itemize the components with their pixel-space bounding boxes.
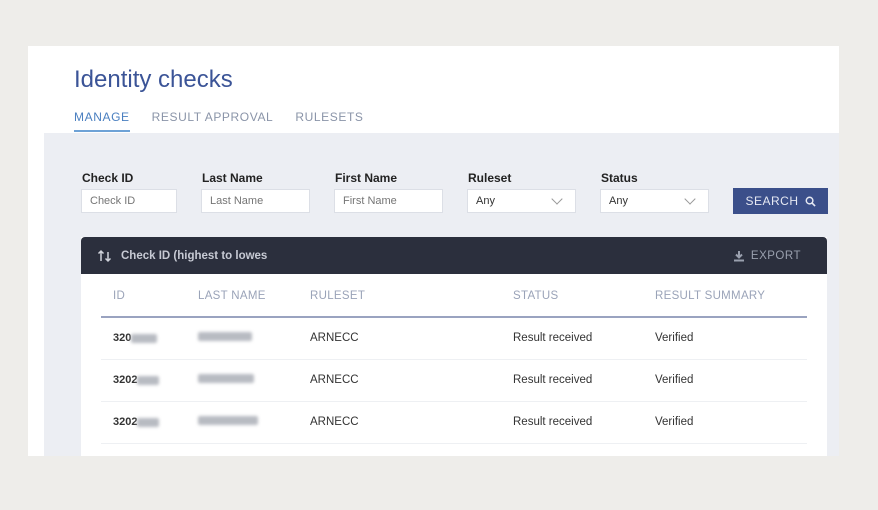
column-id[interactable]: ID [113, 290, 125, 302]
tab-rulesets[interactable]: RULESETS [295, 110, 363, 132]
table-toolbar: Check ID (highest to lowes EXPORT [81, 237, 827, 274]
table-row[interactable]: 320 ARNECC Result received Verified [101, 318, 807, 360]
tab-manage[interactable]: MANAGE [74, 110, 130, 132]
id-text: 320 [113, 332, 132, 344]
row-status: Result received [513, 332, 593, 344]
first-name-label: First Name [335, 171, 398, 185]
sort-label: Check ID (highest to lowes [121, 249, 268, 262]
row-last-name [198, 416, 258, 428]
row-id: 3202 [113, 374, 160, 386]
row-status: Result received [513, 416, 593, 428]
search-label: SEARCH [745, 194, 799, 208]
row-ruleset: ARNECC [310, 416, 359, 428]
row-last-name [198, 332, 252, 344]
redacted-id [137, 375, 160, 385]
redacted-name [198, 416, 258, 425]
status-label: Status [601, 171, 638, 185]
ruleset-select[interactable]: Any [467, 189, 576, 213]
redacted-id [131, 333, 158, 343]
redacted-name [198, 332, 252, 341]
tab-result-approval[interactable]: RESULT APPROVAL [152, 110, 274, 132]
sort-icon [97, 249, 112, 262]
row-summary: Verified [655, 332, 694, 344]
check-id-input[interactable] [81, 189, 177, 213]
last-name-input[interactable] [201, 189, 310, 213]
row-summary: Verified [655, 416, 694, 428]
last-name-label: Last Name [202, 171, 263, 185]
ruleset-label: Ruleset [468, 171, 512, 185]
search-icon [805, 196, 816, 207]
sort-control[interactable]: Check ID (highest to lowes [97, 249, 267, 263]
chevron-down-icon [551, 193, 563, 205]
row-status: Result received [513, 374, 593, 386]
redacted-id [137, 417, 160, 427]
id-text: 3202 [113, 374, 138, 386]
table-row[interactable]: 3202 ARNECC Result received Verified [101, 402, 807, 444]
page-title: Identity checks [74, 66, 233, 93]
export-button[interactable]: EXPORT [733, 250, 801, 262]
search-button[interactable]: SEARCH [733, 188, 828, 214]
column-status[interactable]: STATUS [513, 290, 558, 302]
content-area: Check ID Last Name First Name Ruleset An… [44, 133, 839, 456]
row-id: 320 [113, 332, 158, 344]
row-id: 3202 [113, 416, 160, 428]
status-value: Any [609, 195, 628, 207]
column-ruleset[interactable]: RULESET [310, 290, 365, 302]
checks-table: Check ID (highest to lowes EXPORT ID LAS… [81, 237, 827, 456]
download-icon [733, 250, 744, 261]
export-label: EXPORT [750, 249, 801, 262]
first-name-input[interactable] [334, 189, 443, 213]
table-header: ID LAST NAME RULESET STATUS RESULT SUMMA… [101, 274, 807, 318]
row-ruleset: ARNECC [310, 332, 359, 344]
redacted-name [198, 374, 254, 383]
tab-bar: MANAGE RESULT APPROVAL RULESETS [74, 110, 363, 132]
identity-checks-panel: Identity checks MANAGE RESULT APPROVAL R… [28, 46, 839, 456]
id-text: 3202 [113, 416, 138, 428]
table-row[interactable]: 3202 ARNECC Result received Verified [101, 360, 807, 402]
ruleset-value: Any [476, 195, 495, 207]
row-ruleset: ARNECC [310, 374, 359, 386]
row-summary: Verified [655, 374, 694, 386]
status-select[interactable]: Any [600, 189, 709, 213]
row-last-name [198, 374, 254, 386]
check-id-label: Check ID [82, 171, 134, 185]
column-last-name[interactable]: LAST NAME [198, 290, 266, 302]
column-result-summary[interactable]: RESULT SUMMARY [655, 290, 765, 302]
chevron-down-icon [684, 193, 696, 205]
